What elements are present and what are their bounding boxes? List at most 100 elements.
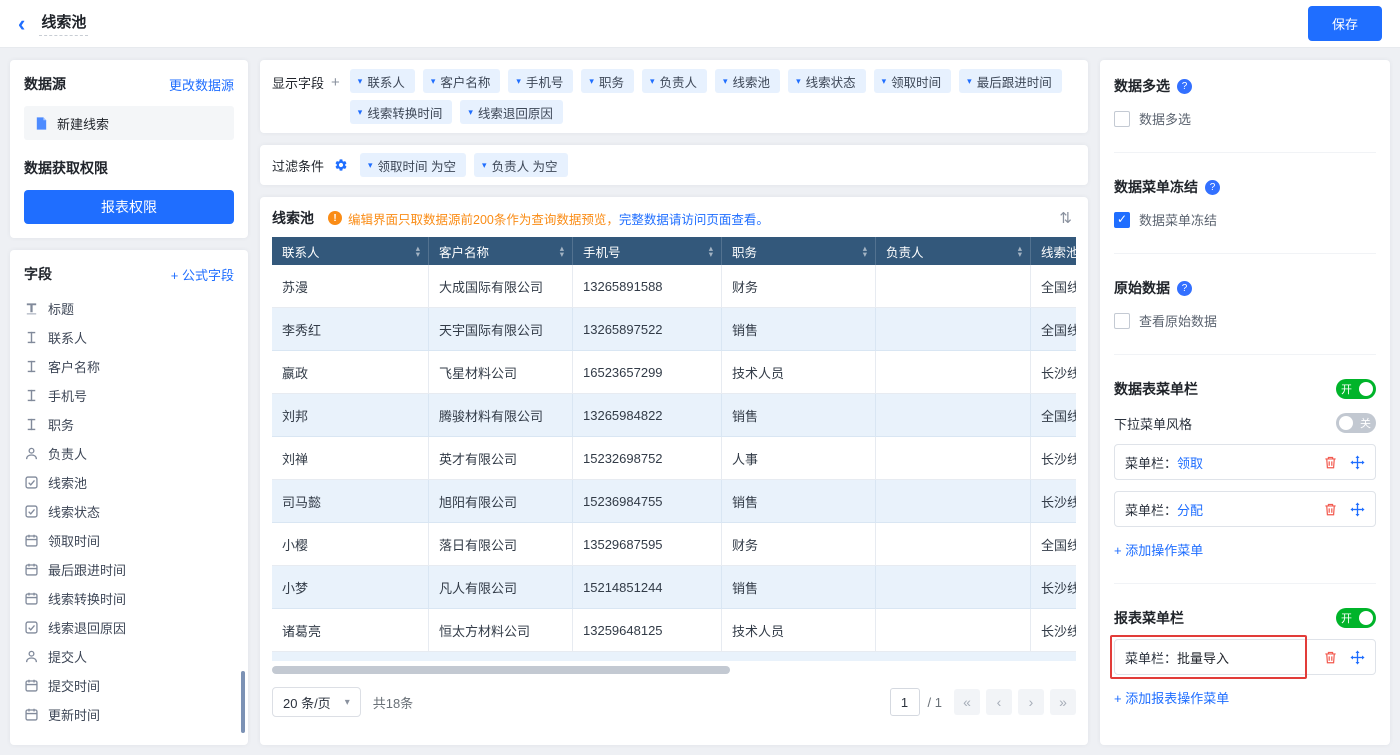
page-number-input[interactable]: 1 bbox=[890, 688, 920, 716]
help-icon[interactable]: ? bbox=[1205, 180, 1220, 195]
add-report-action-menu-link[interactable]: + 添加报表操作菜单 bbox=[1114, 688, 1229, 707]
last-page-button[interactable]: » bbox=[1050, 689, 1076, 715]
menu-freeze-checkbox[interactable] bbox=[1114, 212, 1130, 228]
table-row[interactable]: 诸葛亮恒太方材料公司13259648125技术人员长沙线索池 bbox=[272, 609, 1076, 652]
field-chip[interactable]: ▾最后跟进时间 bbox=[959, 69, 1062, 93]
field-chip[interactable]: ▾联系人 bbox=[350, 69, 415, 93]
help-icon[interactable]: ? bbox=[1177, 79, 1192, 94]
table-row[interactable]: 李秀红天宇国际有限公司13265897522销售全国线索池 bbox=[272, 308, 1076, 351]
field-item[interactable]: 提交时间 bbox=[24, 671, 234, 700]
trash-icon[interactable] bbox=[1323, 650, 1338, 665]
add-display-field-button[interactable]: + bbox=[331, 75, 340, 90]
field-item[interactable]: 线索退回原因 bbox=[24, 613, 234, 642]
field-item[interactable]: 最后跟进时间 bbox=[24, 555, 234, 584]
field-item[interactable]: 标题 bbox=[24, 294, 234, 323]
raw-data-checkbox[interactable] bbox=[1114, 313, 1130, 329]
multi-select-checkbox[interactable] bbox=[1114, 111, 1130, 127]
datasource-item[interactable]: 新建线索 bbox=[24, 106, 234, 140]
dropdown-style-toggle[interactable]: 关 bbox=[1336, 413, 1376, 433]
field-item[interactable]: 负责人 bbox=[24, 439, 234, 468]
table-row[interactable]: 嬴政飞星材料公司16523657299技术人员长沙线索池 bbox=[272, 351, 1076, 394]
table-row[interactable]: 小梦凡人有限公司15214851244销售长沙线索池 bbox=[272, 566, 1076, 609]
h-scrollbar[interactable] bbox=[272, 666, 1076, 675]
scrollbar-thumb[interactable] bbox=[241, 671, 245, 733]
menu-bar-item-value: 批量导入 bbox=[1177, 651, 1229, 666]
column-sort-icon[interactable]: ▴▾ bbox=[1018, 245, 1022, 258]
h-scrollbar-thumb[interactable] bbox=[272, 666, 730, 674]
multi-select-title: 数据多选 bbox=[1114, 76, 1170, 96]
column-header[interactable]: 负责人▴▾ bbox=[876, 237, 1031, 265]
field-item[interactable]: 提交人 bbox=[24, 642, 234, 671]
field-item[interactable]: 领取时间 bbox=[24, 526, 234, 555]
help-icon[interactable]: ? bbox=[1177, 281, 1192, 296]
field-item[interactable]: 客户名称 bbox=[24, 352, 234, 381]
gear-icon[interactable] bbox=[334, 158, 348, 172]
column-header[interactable]: 客户名称▴▾ bbox=[429, 237, 573, 265]
column-header[interactable]: 职务▴▾ bbox=[722, 237, 876, 265]
menu-bar-item[interactable]: 菜单栏：领取 bbox=[1114, 444, 1376, 480]
table-cell: 英才有限公司 bbox=[429, 437, 573, 480]
table-row[interactable]: 刘禅英才有限公司15232698752人事长沙线索池 bbox=[272, 437, 1076, 480]
save-button[interactable]: 保存 bbox=[1308, 6, 1382, 41]
trash-icon[interactable] bbox=[1323, 455, 1338, 470]
divider bbox=[1114, 152, 1376, 153]
field-item[interactable]: 更新时间 bbox=[24, 700, 234, 729]
field-chip[interactable]: ▾负责人 bbox=[642, 69, 707, 93]
menu-freeze-checkbox-row[interactable]: 数据菜单冻结 bbox=[1114, 210, 1376, 229]
raw-data-checkbox-row[interactable]: 查看原始数据 bbox=[1114, 311, 1376, 330]
field-item[interactable]: 线索转换时间 bbox=[24, 584, 234, 613]
column-header[interactable]: 联系人▴▾ bbox=[272, 237, 429, 265]
field-chip[interactable]: ▾领取时间 bbox=[874, 69, 952, 93]
toggle-state-label: 关 bbox=[1358, 415, 1373, 431]
prev-page-button[interactable]: ‹ bbox=[986, 689, 1012, 715]
menu-bar-item[interactable]: 菜单栏：分配 bbox=[1114, 491, 1376, 527]
field-chip[interactable]: ▾线索退回原因 bbox=[460, 100, 563, 124]
field-chip[interactable]: ▾线索转换时间 bbox=[350, 100, 453, 124]
menu-bar-item[interactable]: 菜单栏：批量导入 bbox=[1114, 639, 1376, 675]
column-header[interactable]: 手机号▴▾ bbox=[573, 237, 722, 265]
table-row[interactable]: 刘邦腾骏材料有限公司13265984822销售全国线索池 bbox=[272, 394, 1076, 437]
field-chip[interactable]: ▾手机号 bbox=[508, 69, 573, 93]
move-icon[interactable] bbox=[1350, 502, 1365, 517]
field-item[interactable]: 线索池 bbox=[24, 468, 234, 497]
divider bbox=[1114, 354, 1376, 355]
field-chip[interactable]: ▾客户名称 bbox=[423, 69, 501, 93]
table-row[interactable]: 苏漫大成国际有限公司13265891588财务全国线索池 bbox=[272, 265, 1076, 308]
multi-select-checkbox-row[interactable]: 数据多选 bbox=[1114, 109, 1376, 128]
dropdown-style-row: 下拉菜单风格 关 bbox=[1114, 413, 1376, 433]
column-sort-icon[interactable]: ▴▾ bbox=[560, 245, 564, 258]
move-icon[interactable] bbox=[1350, 650, 1365, 665]
column-sort-icon[interactable]: ▴▾ bbox=[416, 245, 420, 258]
add-formula-field-link[interactable]: + 公式字段 bbox=[171, 265, 234, 284]
sort-order-icon[interactable]: ⇅ bbox=[1055, 209, 1076, 227]
field-chip[interactable]: ▾线索状态 bbox=[788, 69, 866, 93]
column-sort-icon[interactable]: ▴▾ bbox=[863, 245, 867, 258]
field-chip[interactable]: ▾线索池 bbox=[715, 69, 780, 93]
change-datasource-link[interactable]: 更改数据源 bbox=[169, 75, 234, 94]
trash-icon[interactable] bbox=[1323, 502, 1338, 517]
back-button[interactable]: ‹ bbox=[18, 13, 25, 35]
table-row[interactable]: 司马懿旭阳有限公司15236984755销售长沙线索池 bbox=[272, 480, 1076, 523]
page-size-select[interactable]: 20 条/页 ▾ bbox=[272, 687, 361, 717]
move-icon[interactable] bbox=[1350, 455, 1365, 470]
field-item[interactable]: 线索状态 bbox=[24, 497, 234, 526]
field-item[interactable]: 联系人 bbox=[24, 323, 234, 352]
column-header[interactable]: 线索池▴▾ bbox=[1031, 237, 1076, 265]
table-row[interactable]: 小樱落日有限公司13529687595财务全国线索池 bbox=[272, 523, 1076, 566]
next-page-button[interactable]: › bbox=[1018, 689, 1044, 715]
page-title[interactable]: 线索池 bbox=[39, 11, 88, 36]
field-chip[interactable]: ▾负责人 为空 bbox=[474, 153, 568, 177]
report-permission-button[interactable]: 报表权限 bbox=[24, 190, 234, 224]
add-action-menu-link[interactable]: + 添加操作菜单 bbox=[1114, 540, 1203, 559]
field-item[interactable]: 职务 bbox=[24, 410, 234, 439]
notice-link[interactable]: 完整数据请访问页面查看。 bbox=[619, 209, 769, 228]
field-chip[interactable]: ▾职务 bbox=[581, 69, 634, 93]
field-chip[interactable]: ▾领取时间 为空 bbox=[360, 153, 466, 177]
report-menu-toggle[interactable]: 开 bbox=[1336, 608, 1376, 628]
first-page-button[interactable]: « bbox=[954, 689, 980, 715]
table-cell: 嬴政 bbox=[272, 351, 429, 394]
table-menu-toggle[interactable]: 开 bbox=[1336, 379, 1376, 399]
display-chips: ▾联系人 ▾客户名称 ▾手机号 ▾职务 ▾负责人 ▾线索池 ▾线索状态 ▾领取时间 ▾最后跟进时… bbox=[350, 69, 1076, 124]
field-item[interactable]: 手机号 bbox=[24, 381, 234, 410]
column-sort-icon[interactable]: ▴▾ bbox=[709, 245, 713, 258]
